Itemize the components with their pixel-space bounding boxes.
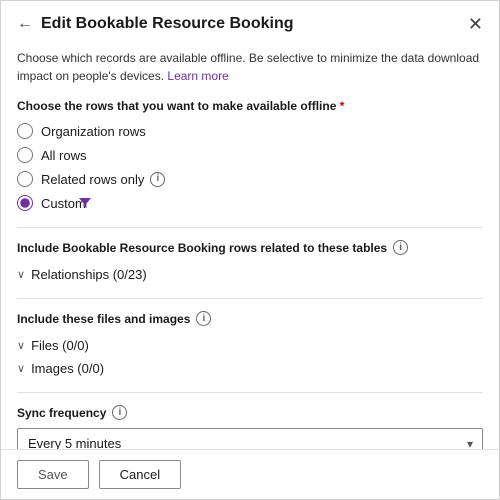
related-rows-info-icon: i [150,172,165,187]
funnel-icon [78,196,92,210]
radio-org-rows[interactable]: Organization rows [17,123,483,139]
row-options-group: Organization rows All rows Related rows … [17,123,483,211]
radio-all-rows-label: All rows [41,148,87,163]
radio-custom-label: Custom ▼🔽 [41,196,92,211]
files-collapsible[interactable]: ∨ Files (0/0) [17,334,483,357]
rows-section-label: Choose the rows that you want to make av… [17,99,483,113]
images-chevron: ∨ [17,362,25,375]
dialog-title: Edit Bookable Resource Booking [41,15,468,33]
radio-custom-input[interactable] [17,195,33,211]
related-tables-section: Include Bookable Resource Booking rows r… [17,240,483,286]
relationships-collapsible[interactable]: ∨ Relationships (0/23) [17,263,483,286]
images-label: Images (0/0) [31,361,104,376]
relationships-label: Relationships (0/23) [31,267,147,282]
files-images-info-icon: i [196,311,211,326]
sync-select-wrapper: Every 5 minutes Every 10 minutes Every 1… [17,428,483,449]
radio-related-rows[interactable]: Related rows only i [17,171,483,187]
files-label: Files (0/0) [31,338,89,353]
radio-custom[interactable]: Custom ▼🔽 [17,195,483,211]
dialog-body: Choose which records are available offli… [1,41,499,449]
files-images-section: Include these files and images i ∨ Files… [17,311,483,380]
divider-2 [17,298,483,299]
save-button[interactable]: Save [17,460,89,489]
required-indicator: * [340,99,345,113]
cancel-button[interactable]: Cancel [99,460,181,489]
sync-info-icon: i [112,405,127,420]
back-button[interactable]: ← [17,15,33,33]
sync-frequency-section: Sync frequency i Every 5 minutes Every 1… [17,405,483,449]
close-button[interactable]: ✕ [468,15,483,33]
radio-org-rows-label: Organization rows [41,124,146,139]
divider-1 [17,227,483,228]
radio-all-rows-input[interactable] [17,147,33,163]
radio-org-rows-input[interactable] [17,123,33,139]
radio-all-rows[interactable]: All rows [17,147,483,163]
related-tables-info-icon: i [393,240,408,255]
radio-related-rows-input[interactable] [17,171,33,187]
relationships-chevron: ∨ [17,268,25,281]
files-images-title: Include these files and images i [17,311,483,326]
divider-3 [17,392,483,393]
dialog-footer: Save Cancel [1,449,499,499]
sync-frequency-select[interactable]: Every 5 minutes Every 10 minutes Every 1… [17,428,483,449]
description-text: Choose which records are available offli… [17,49,483,85]
related-tables-title: Include Bookable Resource Booking rows r… [17,240,483,255]
dialog-header: ← Edit Bookable Resource Booking ✕ [1,1,499,41]
radio-related-rows-label: Related rows only i [41,172,165,187]
files-chevron: ∨ [17,339,25,352]
edit-dialog: ← Edit Bookable Resource Booking ✕ Choos… [0,0,500,500]
images-collapsible[interactable]: ∨ Images (0/0) [17,357,483,380]
sync-label: Sync frequency i [17,405,483,420]
learn-more-link[interactable]: Learn more [167,69,228,83]
